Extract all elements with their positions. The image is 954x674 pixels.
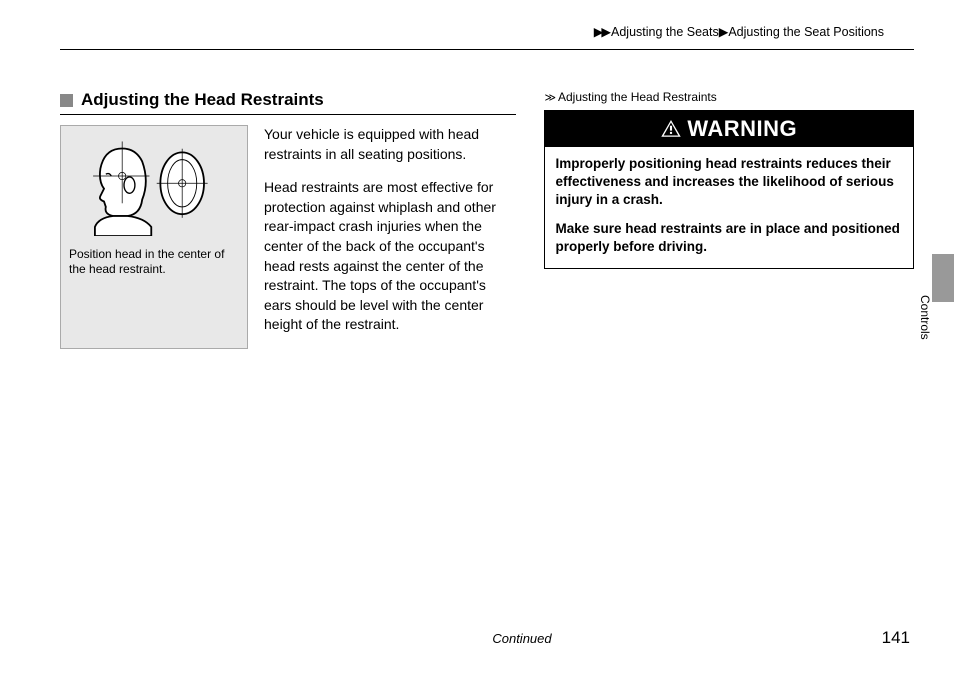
warning-p1: Improperly positioning head restraints r… <box>555 155 903 210</box>
warning-title: WARNING <box>687 116 797 142</box>
warning-box: WARNING Improperly positioning head rest… <box>544 110 914 269</box>
warning-header: WARNING <box>545 111 913 147</box>
body-text: Your vehicle is equipped with head restr… <box>264 125 516 349</box>
double-arrow-icon: ≫ <box>544 91 554 104</box>
section-heading-text: Adjusting the Head Restraints <box>81 90 324 110</box>
warning-triangle-icon <box>661 120 681 138</box>
body-p2: Head restraints are most effective for p… <box>264 178 516 335</box>
side-chapter-label: Controls <box>918 295 932 340</box>
page-number: 141 <box>882 628 910 648</box>
head-restraint-illustration <box>69 136 239 236</box>
sidebar-subheading-text: Adjusting the Head Restraints <box>558 90 717 104</box>
side-tab <box>932 254 954 302</box>
continued-label: Continued <box>492 631 551 646</box>
breadcrumb-sep-icon: ▶ <box>719 25 729 39</box>
warning-p2: Make sure head restraints are in place a… <box>555 220 903 256</box>
breadcrumb-part1: Adjusting the Seats <box>611 25 719 39</box>
breadcrumb-arrows-icon: ▶▶ <box>594 25 609 39</box>
breadcrumb-part2: Adjusting the Seat Positions <box>728 25 884 39</box>
section-heading: Adjusting the Head Restraints <box>60 90 516 115</box>
body-p1: Your vehicle is equipped with head restr… <box>264 125 516 164</box>
illustration-box: Position head in the center of the head … <box>60 125 248 349</box>
sidebar-subheading: ≫ Adjusting the Head Restraints <box>544 90 914 104</box>
breadcrumb: ▶▶Adjusting the Seats▶Adjusting the Seat… <box>60 24 914 45</box>
section-bullet-icon <box>60 94 73 107</box>
header-rule <box>60 49 914 50</box>
illustration-caption: Position head in the center of the head … <box>69 247 239 277</box>
